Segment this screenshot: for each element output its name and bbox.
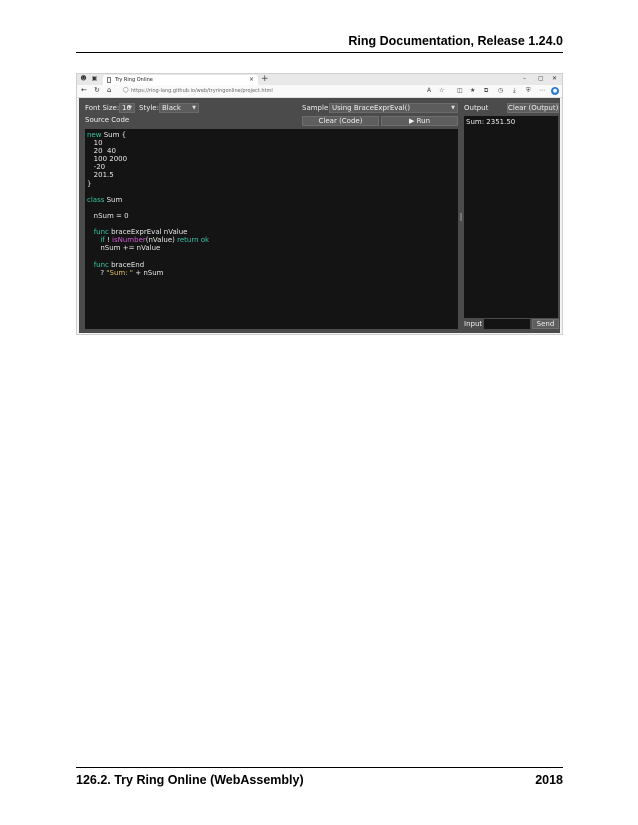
tab-bar: ☻ ▣ Try Ring Online × + – ▢ ✕ [77,74,562,85]
more-icon[interactable]: ⋯ [539,87,545,94]
input-label: Input [464,320,483,328]
code-keyword: func [93,228,109,237]
output-text: Sum: 2351.50 [466,118,516,126]
code-text: ? [87,268,107,277]
code-text: + nSum [133,268,164,277]
footer-rule [76,767,563,768]
chevron-down-icon: ▼ [451,105,455,111]
history-icon[interactable]: ◷ [498,87,503,94]
sample-value: Using BraceExprEval() [332,104,411,112]
code-keyword: new [87,131,102,139]
output-label: Output [464,104,489,112]
address-bar: ← ↻ ⌂ ◯ https://ring-lang.github.io/web/… [77,85,562,98]
sample-label: Sample [302,104,329,112]
footer-section-title: 126.2. Try Ring Online (WebAssembly) [76,773,304,787]
browser-screenshot: ☻ ▣ Try Ring Online × + – ▢ ✕ ← ↻ ⌂ ◯ ht… [76,73,563,335]
font-size-select[interactable]: 16 ▼ [119,103,135,113]
code-text: (nValue) [145,236,178,245]
header-rule [76,52,563,53]
code-line: 10 [87,139,103,148]
code-text: braceEnd [108,260,145,269]
style-select[interactable]: Black ▼ [159,103,199,113]
favorites-icon[interactable]: ★ [470,87,475,94]
code-line: nSum += nValue [87,244,161,253]
read-aloud-icon[interactable]: A [427,87,431,94]
input-field[interactable] [484,319,530,329]
source-code-label: Source Code [85,116,130,124]
chevron-down-icon: ▼ [128,105,132,111]
style-label: Style: [139,104,159,112]
code-keyword: return ok [177,236,210,245]
code-line: -20 [87,163,106,172]
code-line: 100 2000 [87,155,128,164]
close-tab-icon[interactable]: × [249,76,254,83]
url-text: https://ring-lang.github.io/web/tryringo… [131,88,273,94]
window-close-icon[interactable]: ✕ [552,75,557,82]
code-line: } [87,179,92,188]
code-line: class Sum [87,196,458,204]
code-text: ! [104,236,113,245]
browser-tab[interactable]: Try Ring Online × [103,75,258,85]
profile-icon[interactable]: ☻ [80,76,87,82]
favorite-icon[interactable]: ☆ [439,87,444,94]
run-button[interactable]: ▶ Run [381,116,458,126]
output-panel: Sum: 2351.50 [464,116,558,318]
code-string: "Sum: " [106,268,134,277]
send-button[interactable]: Send [532,319,559,329]
home-icon[interactable]: ⌂ [107,87,111,94]
sample-select[interactable]: Using BraceExprEval() ▼ [329,103,458,113]
new-tab-icon[interactable]: + [261,74,269,84]
url-field[interactable]: ◯ https://ring-lang.github.io/web/tryrin… [121,87,421,95]
tab-actions-icon[interactable]: ▣ [91,76,98,82]
code-line: func braceEnd [87,261,458,269]
page-icon [107,77,111,83]
code-function: isNumber [112,236,146,245]
clear-output-button[interactable]: Clear (Output) [507,103,559,113]
code-text: Sum [104,195,123,204]
pane-splitter-handle[interactable] [460,213,462,221]
page-footer: 126.2. Try Ring Online (WebAssembly) 201… [76,773,563,787]
tab-title: Try Ring Online [115,77,153,83]
code-text: Sum { [101,131,127,139]
collections-icon[interactable]: ⧉ [484,87,488,94]
code-line: new Sum { [87,131,458,139]
back-icon[interactable]: ← [81,87,87,94]
extensions-icon[interactable]: ⛨ [526,87,531,94]
clear-code-button[interactable]: Clear (Code) [302,116,379,126]
chevron-down-icon: ▼ [192,105,196,111]
source-code-editor[interactable]: new Sum { 10 20 40 100 2000 -20 201.5 } … [85,129,458,329]
code-line: ? "Sum: " + nSum [87,269,458,277]
style-value: Black [162,104,181,112]
code-text: braceExprEval nValue [108,228,188,237]
font-size-label: Font Size: [85,104,120,112]
code-line: nSum = 0 [87,211,129,220]
lock-icon: ◯ [123,87,129,93]
code-line: 20 40 [87,147,116,156]
minimize-icon[interactable]: – [523,75,526,82]
page-number: 2018 [535,773,563,787]
code-line: func braceExprEval nValue [87,228,458,236]
code-keyword: class [87,195,105,204]
ring-app: Font Size: 16 ▼ Style: Black ▼ Sample Us… [79,98,560,333]
code-keyword: func [93,260,109,269]
account-icon[interactable]: ● [551,87,559,95]
split-screen-icon[interactable]: ◫ [457,87,463,94]
page-header: Ring Documentation, Release 1.24.0 [348,34,563,48]
downloads-icon[interactable]: ⤓ [513,87,516,94]
refresh-icon[interactable]: ↻ [94,87,100,94]
maximize-icon[interactable]: ▢ [538,75,544,82]
code-line: if ! isNumber(nValue) return ok [87,236,458,244]
code-line: 201.5 [87,171,114,180]
